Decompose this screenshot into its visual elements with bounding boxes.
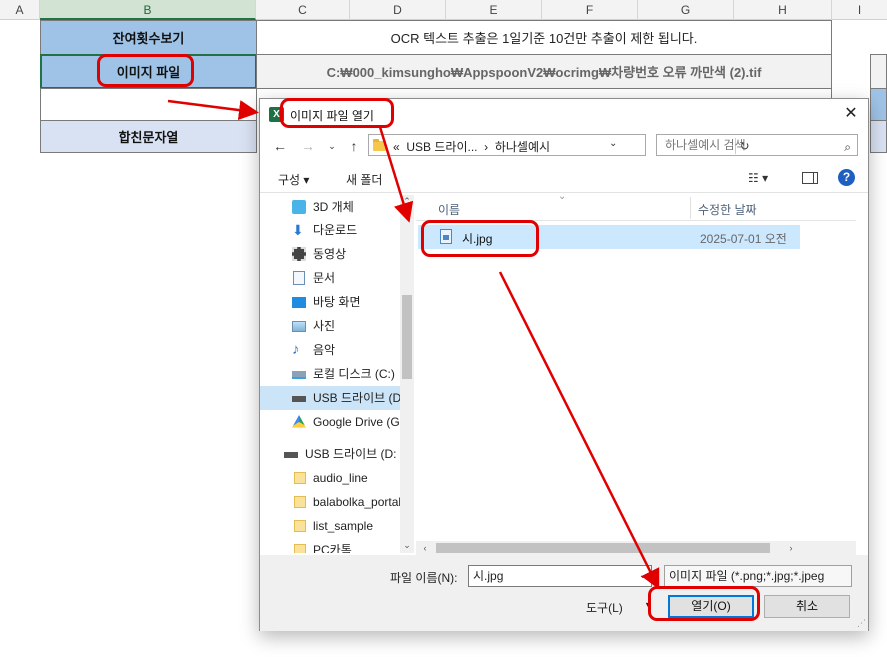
arrow-to-dialog (167, 99, 259, 121)
annotation-arrows (167, 99, 660, 590)
arrow-to-open-button (498, 271, 660, 590)
arrow-to-file (378, 126, 414, 223)
